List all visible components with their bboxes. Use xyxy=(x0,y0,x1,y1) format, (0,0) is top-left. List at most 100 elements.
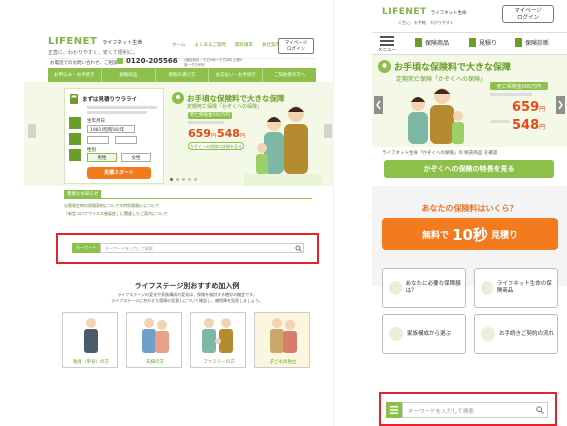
carousel-dot[interactable] xyxy=(194,178,197,181)
carousel-dot[interactable] xyxy=(182,178,185,181)
logo-text: LIFENET xyxy=(48,36,98,47)
search-placeholder: キーワードを入力して検索 xyxy=(105,246,153,251)
menu-button[interactable]: メニュー xyxy=(376,36,398,53)
clipboard-icon xyxy=(515,38,522,47)
birthday-label: 生年月日 xyxy=(87,119,105,124)
mobile-view: LIFENET ライフネット生命 人生に、お手軽、わかりやすく マイページ ログ… xyxy=(372,0,567,426)
hero-price-label-line xyxy=(490,93,532,96)
birthday-year-select[interactable]: 1981(昭和56)年 xyxy=(87,125,135,133)
document-icon xyxy=(415,38,422,47)
search-icon[interactable] xyxy=(536,406,544,414)
list-icon xyxy=(390,406,398,414)
search-label: キーワード xyxy=(76,245,96,250)
hero-prev-arrow[interactable] xyxy=(28,124,36,138)
mobile-logo[interactable]: LIFENET ライフネット生命 xyxy=(382,7,467,17)
nav-item-apply[interactable]: お申込み・お手続き xyxy=(48,68,102,82)
top-links: ホーム よくあるご質問 資料請求 会社案内 xyxy=(172,42,280,48)
birthday-month-select[interactable] xyxy=(87,136,109,144)
estimate-title: まずは見積りウラライ xyxy=(82,97,138,103)
logo-tagline: 正直に、わかりやすく、安くて便利に。 xyxy=(48,50,138,56)
chevron-left-icon xyxy=(376,100,381,110)
grid-products[interactable]: ライフネット生命の保険商品 xyxy=(474,268,558,308)
hero-badge: 死亡保険金500万円 xyxy=(188,112,232,119)
hero-note: ライフネット生命「かぞくへの保険」の 販売商品 を確認 xyxy=(382,151,498,156)
quote-button-big: 10秒 xyxy=(452,225,488,244)
toplink-faq[interactable]: よくあるご質問 xyxy=(194,42,226,48)
family-small-illustration xyxy=(202,318,233,353)
news-item[interactable]: 「新型コロナウイルス感染症」に関連したご案内について xyxy=(64,211,168,217)
hero-next-arrow[interactable] xyxy=(556,96,565,114)
chevron-right-icon xyxy=(558,100,563,110)
mypage-login-button[interactable]: マイページ ログイン xyxy=(278,38,314,54)
hero-prev-arrow[interactable] xyxy=(374,96,383,114)
carousel-dot[interactable] xyxy=(170,178,173,181)
card-label: 独身（単身）の方 xyxy=(73,360,109,365)
news-item[interactable]: 災害発生時の保険契約についての特別取扱いについて xyxy=(64,203,160,209)
grid-procedures[interactable]: お手続きご契約の流れ xyxy=(474,314,558,354)
birthday-day-select[interactable] xyxy=(115,136,137,144)
lifestage-card-single[interactable]: 独身（単身）の方 xyxy=(62,312,118,368)
gender-female-radio[interactable]: 女性 xyxy=(121,153,151,162)
desktop-search-input[interactable]: キーワードを入力して検索 xyxy=(100,243,304,253)
nav-item-how-to-choose[interactable]: 保険の選び方 xyxy=(156,68,210,82)
family-icon xyxy=(389,327,403,341)
carousel-dot[interactable] xyxy=(188,178,191,181)
news-header: 重要なお知らせ xyxy=(64,190,102,198)
desktop-logo[interactable]: LIFENET ライフネット生命 xyxy=(48,36,142,47)
family-icon xyxy=(378,60,391,73)
toplink-home[interactable]: ホーム xyxy=(172,42,185,48)
estimate-start-button[interactable]: 見積スタート xyxy=(87,167,151,179)
logo-company: ライフネット生命 xyxy=(102,40,143,46)
grid-label: お手続きご契約の流れ xyxy=(499,330,555,337)
nav-item-payment[interactable]: お支払い・お手続き xyxy=(209,68,264,82)
hero-price-1: 659円 xyxy=(512,100,545,115)
lifestage-description: ライフステージの変化や家族構成の変化は、保険を検討する絶好の機会です。 ライフス… xyxy=(111,292,263,303)
couple-illustration xyxy=(142,318,169,353)
search-label-tag: キーワード xyxy=(72,243,100,253)
gender-male-radio[interactable]: 男性 xyxy=(87,153,117,162)
phone-block: 0120-205566 xyxy=(116,57,178,65)
logo-text: LIFENET xyxy=(382,7,427,17)
tab-diagnosis[interactable]: 保険診断 xyxy=(514,38,549,47)
tab-label: 見積り xyxy=(479,40,498,47)
hero-detail-link[interactable]: かぞくへの保険の詳細を見る xyxy=(188,142,244,150)
free-quote-button[interactable]: 無料で 10秒 見積り xyxy=(382,218,558,250)
lifestage-card-couple[interactable]: 夫婦の方 xyxy=(126,312,182,368)
family-illustration xyxy=(244,106,322,186)
search-list-button[interactable] xyxy=(386,402,402,418)
lifestage-card-family[interactable]: ファミリーの方 xyxy=(190,312,246,368)
single-person-illustration xyxy=(84,318,98,353)
quote-question: あなたの保険料はいくら？ xyxy=(421,204,518,213)
mobile-search-input[interactable]: キーワードを入力して検索 xyxy=(402,402,548,418)
tab-label: 保険商品 xyxy=(425,40,450,47)
price-unit: 円 xyxy=(210,133,216,139)
tab-estimate[interactable]: 見積り xyxy=(468,38,497,47)
grid-label: あなたに必要な保障額は？ xyxy=(405,281,461,294)
price-unit: 円 xyxy=(539,124,546,131)
price-2-value: 548 xyxy=(512,118,540,133)
family-icon xyxy=(172,92,184,104)
search-icon[interactable] xyxy=(295,245,302,252)
estimate-desc-line xyxy=(87,111,147,114)
grid-family[interactable]: 家族構成から選ぶ xyxy=(382,314,466,354)
hero-next-arrow[interactable] xyxy=(324,124,332,138)
quote-button-post: 見積り xyxy=(490,230,518,241)
step-3-icon xyxy=(69,149,81,161)
toplink-brochure[interactable]: 資料請求 xyxy=(235,42,253,48)
nav-item-products[interactable]: 保険商品 xyxy=(102,68,156,82)
divider xyxy=(372,32,567,33)
card-label: 子どもの独立 xyxy=(269,360,297,365)
calculator-icon xyxy=(389,281,402,295)
price-unit: 円 xyxy=(539,106,546,113)
tab-products[interactable]: 保険商品 xyxy=(414,38,449,47)
hero-feature-button[interactable]: かぞくへの保険の特長を見る xyxy=(384,160,554,178)
carousel-dot[interactable] xyxy=(176,178,179,181)
lifestage-card-child-independence[interactable]: 子どもの独立 xyxy=(254,312,310,368)
hero-headline: お手頃な保険料で大きな保障 xyxy=(394,63,512,73)
grid-coverage-amount[interactable]: あなたに必要な保障額は？ xyxy=(382,268,466,308)
mobile-mypage-login-button[interactable]: マイページ ログイン xyxy=(502,5,554,23)
calculator-icon xyxy=(469,38,476,47)
calculator-icon xyxy=(70,94,78,104)
nav-item-contractors[interactable]: ご契約者の方へ xyxy=(263,68,316,82)
card-label: ファミリーの方 xyxy=(203,360,235,365)
